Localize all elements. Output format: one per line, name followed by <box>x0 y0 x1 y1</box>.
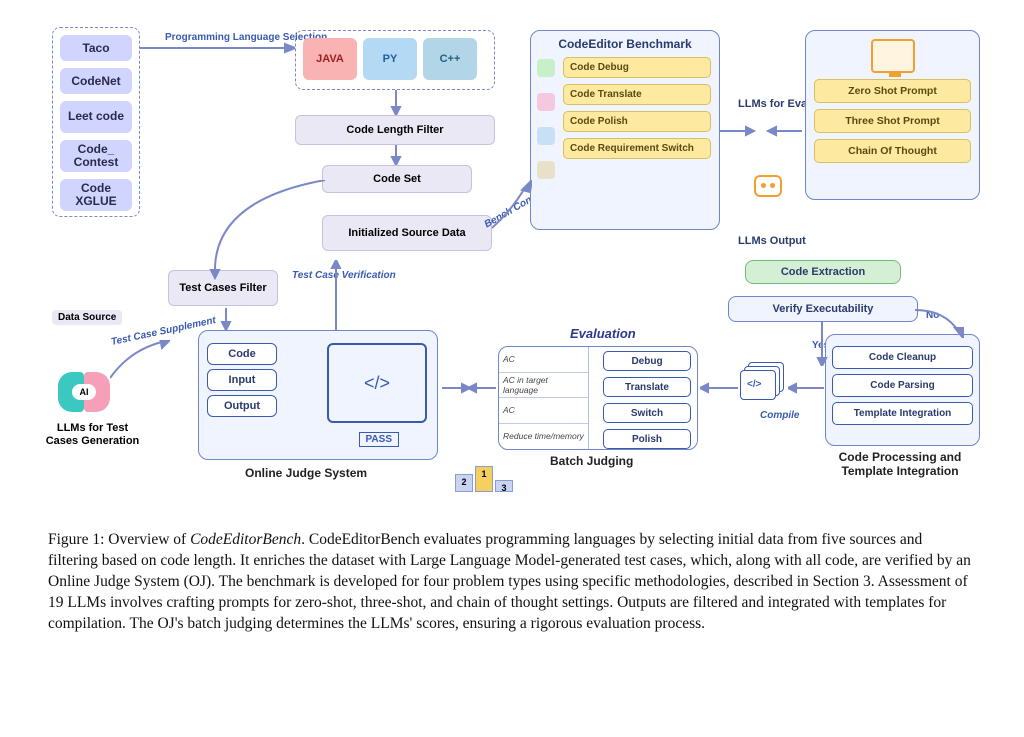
figure-caption: Figure 1: Overview of CodeEditorBench. C… <box>48 530 976 635</box>
llms-output-label: LLMs Output <box>738 235 806 247</box>
bench-item-polish: Code Polish <box>563 111 711 132</box>
arrow-langs-to-filter <box>390 90 402 115</box>
prompt-panel: Zero Shot Prompt Three Shot Prompt Chain… <box>805 30 980 200</box>
brain-ai-icon: AI <box>58 372 110 414</box>
arrow-ai-to-tcf <box>110 340 170 380</box>
compile-label: Compile <box>760 410 799 421</box>
online-judge-panel: Code Input Output </> PASS <box>198 330 438 460</box>
batch-item-debug: Debug <box>603 351 691 371</box>
proc-parsing: Code Parsing <box>832 374 973 397</box>
proc-cleanup: Code Cleanup <box>832 346 973 369</box>
code-extraction-box: Code Extraction <box>745 260 901 284</box>
proc-template: Template Integration <box>832 402 973 425</box>
bench-translate-icon <box>537 93 555 111</box>
oj-output-box: Output <box>207 395 277 417</box>
bench-switch-icon <box>537 161 555 179</box>
caption-emph: CodeEditorBench <box>190 531 301 548</box>
batch-criteria-ac: AC <box>499 347 588 373</box>
podium-2: 2 <box>455 474 473 492</box>
arrow-verify-to-compile <box>816 322 828 366</box>
batch-criteria-ac-target: AC in target language <box>499 373 588 399</box>
bench-polish-icon <box>537 127 555 145</box>
batch-judging-panel: AC AC in target language AC Reduce time/… <box>498 346 698 450</box>
arrow-stack-to-batch <box>700 382 738 394</box>
llm-testcase-gen-label: LLMs for Test Cases Generation <box>40 422 145 448</box>
arrow-tcf-to-oj <box>220 308 232 330</box>
batch-item-polish: Polish <box>603 429 691 449</box>
prompt-cot: Chain Of Thought <box>814 139 971 163</box>
prompt-three-shot: Three Shot Prompt <box>814 109 971 133</box>
lang-java-icon: JAVA <box>303 38 357 80</box>
code-length-filter-box: Code Length Filter <box>295 115 495 145</box>
oj-window-icon: </> <box>327 343 427 423</box>
code-set-box: Code Set <box>322 165 472 193</box>
evaluation-label: Evaluation <box>570 326 636 341</box>
source-leetcode: Leet code <box>60 101 132 133</box>
lang-python-icon: PY <box>363 38 417 80</box>
online-judge-title: Online Judge System <box>245 466 367 480</box>
source-code-contest: Code_ Contest <box>60 140 132 172</box>
arrow-verify-no <box>915 308 965 338</box>
arrow-oj-to-batch <box>442 382 496 394</box>
bench-item-switch: Code Requirement Switch <box>563 138 711 159</box>
arrow-oj-to-isd <box>330 260 342 330</box>
oj-code-box: Code <box>207 343 277 365</box>
arrow-sources-to-langs <box>140 42 295 54</box>
batch-criteria-ac2: AC <box>499 398 588 424</box>
lang-cpp-icon: C++ <box>423 38 477 80</box>
arrow-bench-to-prompts <box>720 125 802 137</box>
podium-3: 3 <box>495 480 513 492</box>
arrow-isd-to-bench <box>492 180 532 230</box>
source-codenet: CodeNet <box>60 68 132 94</box>
prompt-zero-shot: Zero Shot Prompt <box>814 79 971 103</box>
bench-item-debug: Code Debug <box>563 57 711 78</box>
processing-panel: Code Cleanup Code Parsing Template Integ… <box>825 334 980 446</box>
podium-icon: 2 1 3 <box>455 456 515 492</box>
verify-executability-box: Verify Executability <box>728 296 918 322</box>
robot-icon <box>754 175 786 207</box>
brain-ai-text: AI <box>72 384 96 400</box>
arrow-filter-to-set <box>390 145 402 165</box>
arrow-set-to-tcf <box>205 180 335 280</box>
compiled-code-icon <box>740 362 786 402</box>
oj-input-box: Input <box>207 369 277 391</box>
batch-criteria-reduce: Reduce time/memory <box>499 424 588 450</box>
podium-1: 1 <box>475 466 493 492</box>
caption-label: Figure 1: Overview of <box>48 531 190 548</box>
benchmark-title: CodeEditor Benchmark <box>539 37 711 51</box>
initialized-source-data-box: Initialized Source Data <box>322 215 492 251</box>
batch-item-switch: Switch <box>603 403 691 423</box>
source-code-xglue: Code XGLUE <box>60 179 132 211</box>
oj-pass-badge: PASS <box>359 432 400 447</box>
overview-diagram: Taco CodeNet Leet code Code_ Contest Cod… <box>60 30 980 510</box>
bench-debug-icon <box>537 59 555 77</box>
arrow-proc-to-stack <box>788 382 824 394</box>
source-taco: Taco <box>60 35 132 61</box>
batch-judging-title: Batch Judging <box>550 454 633 468</box>
monitor-icon <box>871 39 915 73</box>
batch-item-translate: Translate <box>603 377 691 397</box>
benchmark-panel: CodeEditor Benchmark Code Debug Code Tra… <box>530 30 720 230</box>
bench-item-translate: Code Translate <box>563 84 711 105</box>
processing-title: Code Processing and Template Integration <box>815 450 985 479</box>
data-source-label: Data Source <box>52 310 122 325</box>
